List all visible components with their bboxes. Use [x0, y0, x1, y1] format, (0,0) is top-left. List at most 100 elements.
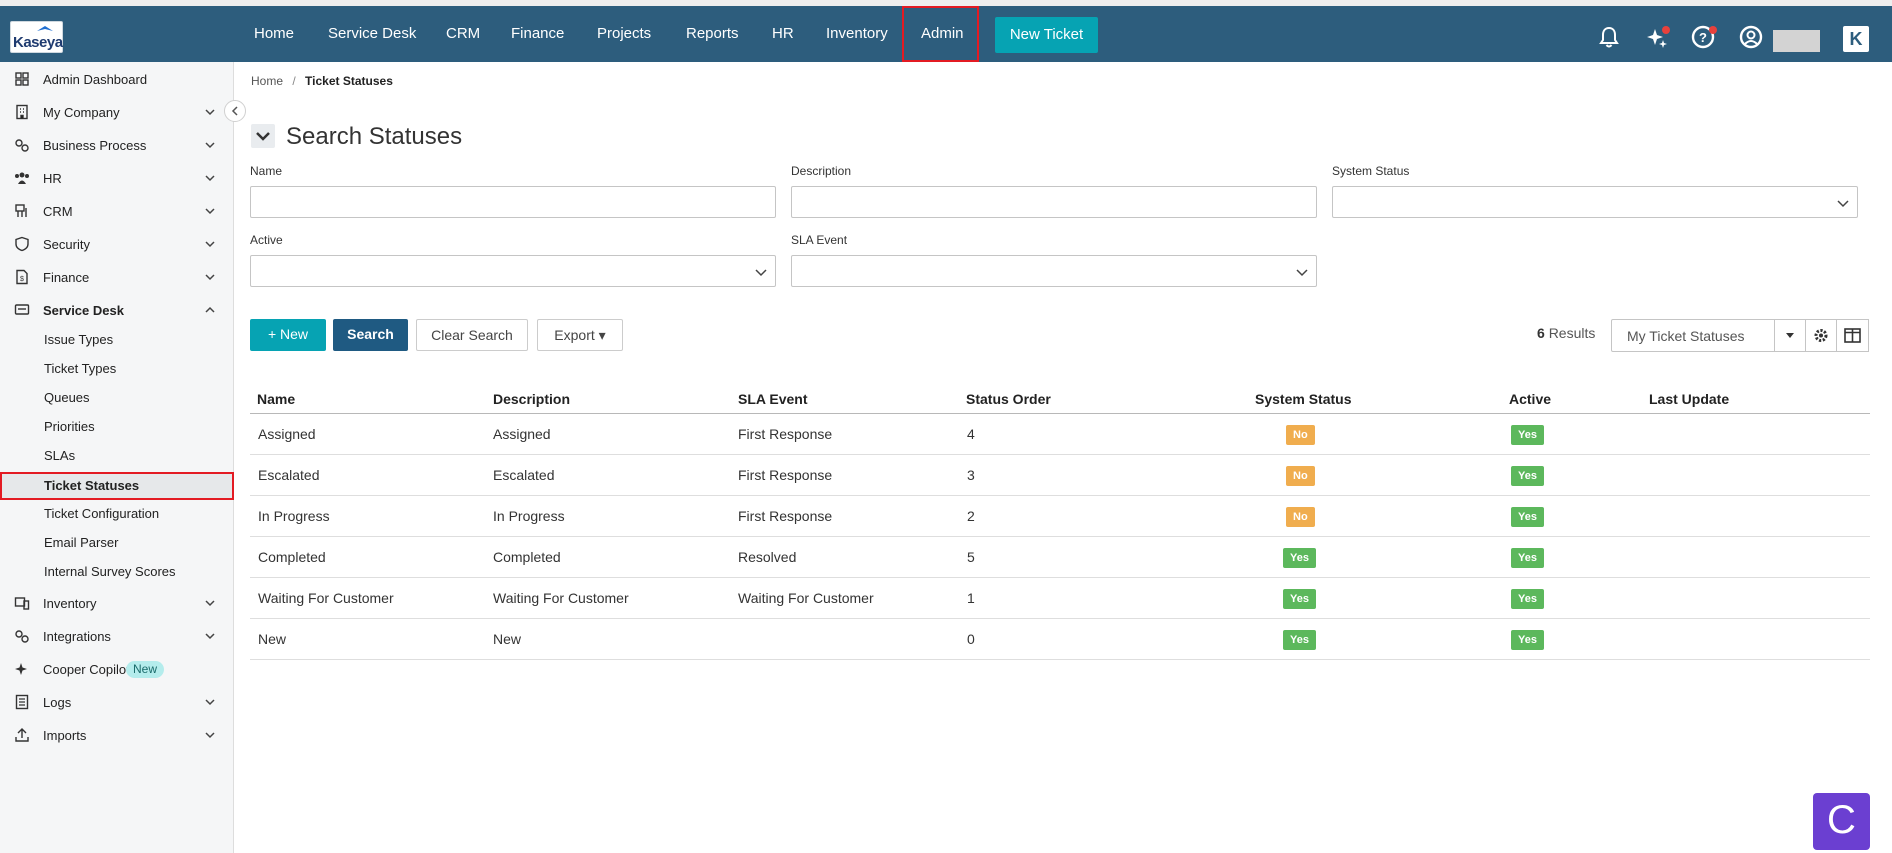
nav-crm[interactable]: CRM	[446, 6, 480, 62]
breadcrumb: Home / Ticket Statuses	[251, 74, 393, 88]
nav-reports[interactable]: Reports	[686, 6, 739, 62]
column-header-description[interactable]: Description	[493, 391, 570, 407]
table-row[interactable]: Escalated Escalated First Response 3 No …	[250, 455, 1870, 496]
sidebar-item-label: Finance	[43, 270, 90, 285]
cell-name[interactable]: In Progress	[258, 508, 330, 524]
sidebar-sub-label: Ticket Statuses	[44, 478, 140, 493]
table-row[interactable]: In Progress In Progress First Response 2…	[250, 496, 1870, 537]
nav-home[interactable]: Home	[254, 6, 294, 62]
invoice-icon: $	[16, 269, 28, 285]
chevron-down-icon	[1296, 269, 1308, 277]
column-header-status-order[interactable]: Status Order	[966, 391, 1051, 407]
user-avatar-icon[interactable]	[1738, 24, 1764, 50]
column-header-sla-event[interactable]: SLA Event	[738, 391, 808, 407]
new-button[interactable]: + New	[250, 319, 326, 351]
name-input[interactable]	[250, 186, 776, 218]
system-status-label: System Status	[1332, 164, 1410, 178]
cell-name[interactable]: Escalated	[258, 467, 319, 483]
chevron-down-icon	[205, 600, 215, 607]
cell-sla-event: Resolved	[738, 549, 797, 565]
table-row[interactable]: Completed Completed Resolved 5 Yes Yes	[250, 537, 1870, 578]
sidebar-item-cooper-copilot[interactable]: Cooper Copilot New	[0, 655, 234, 683]
columns-button[interactable]	[1836, 319, 1869, 352]
sidebar-sub-email-parser[interactable]: Email Parser	[0, 529, 234, 555]
nav-projects[interactable]: Projects	[597, 6, 651, 62]
sidebar-item-inventory[interactable]: Inventory	[0, 589, 234, 617]
sidebar-item-label: HR	[43, 171, 62, 186]
active-select[interactable]	[250, 255, 776, 287]
sla-event-label: SLA Event	[791, 233, 848, 247]
cooper-copilot-button[interactable]: C	[1813, 793, 1870, 850]
breadcrumb-home[interactable]: Home	[251, 74, 283, 88]
bell-icon[interactable]	[1596, 24, 1622, 50]
table-row[interactable]: Waiting For Customer Waiting For Custome…	[250, 578, 1870, 619]
sidebar-sub-slas[interactable]: SLAs	[0, 442, 234, 468]
saved-view-select[interactable]: My Ticket Statuses	[1611, 319, 1775, 352]
clear-search-button[interactable]: Clear Search	[416, 319, 528, 351]
sidebar-item-integrations[interactable]: Integrations	[0, 622, 234, 650]
system-status-badge: No	[1286, 466, 1315, 486]
nav-hr[interactable]: HR	[772, 6, 794, 62]
system-status-badge: No	[1286, 507, 1315, 527]
search-button[interactable]: Search	[333, 319, 408, 351]
description-input[interactable]	[791, 186, 1317, 218]
system-status-select[interactable]	[1332, 186, 1858, 218]
sidebar-item-hr[interactable]: HR	[0, 164, 234, 192]
nav-inventory[interactable]: Inventory	[826, 6, 888, 62]
settings-button[interactable]	[1805, 319, 1837, 352]
log-icon	[15, 694, 29, 710]
export-button[interactable]: Export ▾	[537, 319, 623, 351]
kaseya-logo[interactable]: Kaseya	[10, 21, 63, 53]
nav-service-desk[interactable]: Service Desk	[328, 6, 416, 62]
column-header-last-update[interactable]: Last Update	[1649, 391, 1729, 407]
column-header-active[interactable]: Active	[1509, 391, 1551, 407]
active-badge: Yes	[1511, 425, 1544, 445]
table-row[interactable]: New New 0 Yes Yes	[250, 619, 1870, 660]
sidebar-item-admin-dashboard[interactable]: Admin Dashboard	[0, 65, 234, 93]
kaseya-app-switcher[interactable]: K	[1843, 26, 1869, 52]
cell-status-order: 3	[967, 467, 975, 483]
sla-event-select[interactable]	[791, 255, 1317, 287]
table-row[interactable]: Assigned Assigned First Response 4 No Ye…	[250, 414, 1870, 455]
nav-admin[interactable]: Admin	[921, 6, 964, 62]
columns-icon	[1844, 328, 1861, 343]
sidebar-sub-ticket-statuses[interactable]: Ticket Statuses	[0, 472, 234, 500]
sidebar-sub-priorities[interactable]: Priorities	[0, 413, 234, 439]
sidebar-item-service-desk[interactable]: Service Desk	[0, 296, 234, 324]
sidebar-sub-queues[interactable]: Queues	[0, 384, 234, 410]
gears-icon	[15, 139, 29, 152]
cell-name[interactable]: Completed	[258, 549, 326, 565]
new-badge: New	[126, 661, 165, 678]
sidebar-item-crm[interactable]: CRM	[0, 197, 234, 225]
sidebar-sub-ticket-types[interactable]: Ticket Types	[0, 355, 234, 381]
sidebar-collapse-button[interactable]	[224, 100, 246, 122]
sidebar-item-imports[interactable]: Imports	[0, 721, 234, 749]
cell-name[interactable]: Assigned	[258, 426, 316, 442]
section-collapse-toggle[interactable]	[251, 124, 275, 148]
saved-view-label: My Ticket Statuses	[1627, 328, 1745, 344]
sidebar-item-business-process[interactable]: Business Process	[0, 131, 234, 159]
sidebar-item-label: Inventory	[43, 596, 97, 611]
integration-icon	[15, 630, 29, 643]
sidebar-item-my-company[interactable]: My Company	[0, 98, 234, 126]
column-header-name[interactable]: Name	[257, 391, 295, 407]
sidebar-sub-ticket-configuration[interactable]: Ticket Configuration	[0, 500, 234, 526]
system-status-badge: Yes	[1283, 589, 1316, 609]
cell-description: Assigned	[493, 426, 551, 442]
cell-name[interactable]: Waiting For Customer	[258, 590, 394, 606]
column-header-system-status[interactable]: System Status	[1255, 391, 1351, 407]
cell-name[interactable]: New	[258, 631, 286, 647]
sidebar-sub-internal-survey-scores[interactable]: Internal Survey Scores	[0, 558, 234, 584]
sidebar-item-finance[interactable]: $ Finance	[0, 263, 234, 291]
sidebar-item-security[interactable]: Security	[0, 230, 234, 258]
sidebar-sub-issue-types[interactable]: Issue Types	[0, 326, 234, 352]
new-ticket-button[interactable]: New Ticket	[995, 17, 1098, 53]
chevron-down-icon	[205, 633, 215, 640]
nav-finance[interactable]: Finance	[511, 6, 564, 62]
breadcrumb-current: Ticket Statuses	[305, 74, 393, 88]
cell-sla-event: First Response	[738, 426, 833, 442]
user-name-placeholder[interactable]	[1773, 30, 1820, 52]
sidebar-item-label: Imports	[43, 728, 87, 743]
sidebar-item-logs[interactable]: Logs	[0, 688, 234, 716]
saved-view-dropdown-button[interactable]	[1774, 319, 1806, 352]
